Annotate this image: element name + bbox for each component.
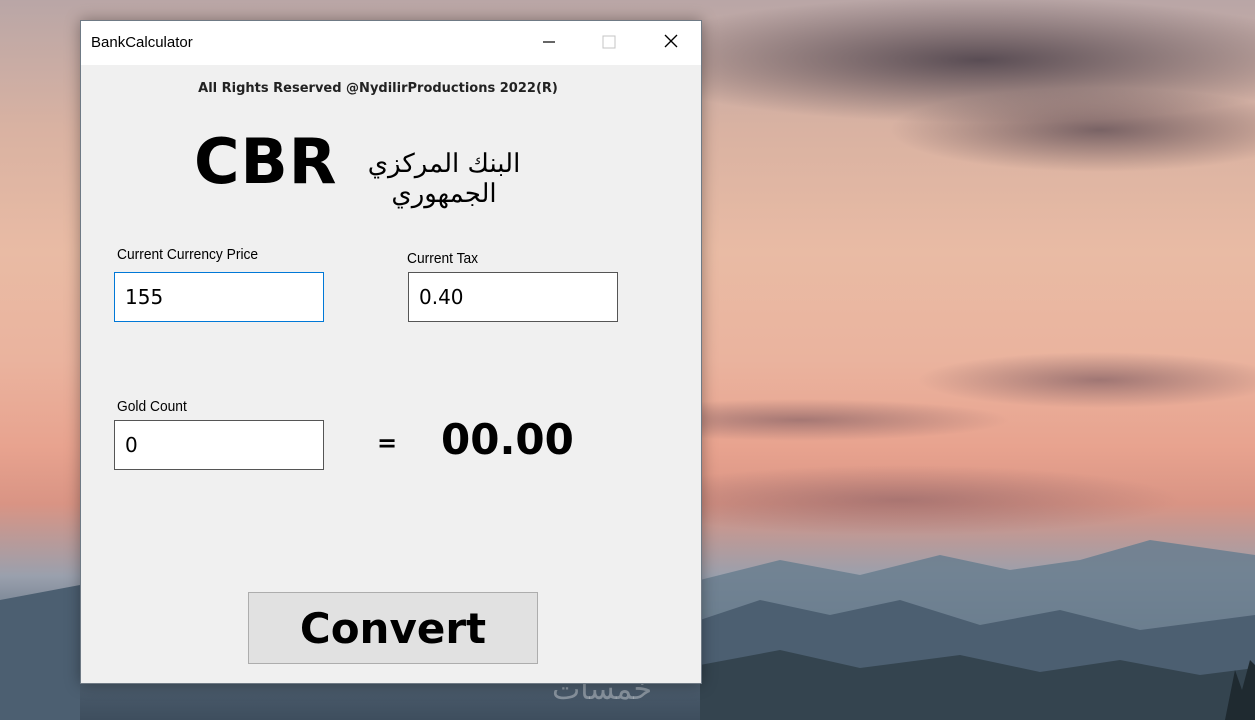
tax-input[interactable] bbox=[408, 272, 618, 322]
maximize-button[interactable] bbox=[579, 21, 639, 65]
gold-count-input[interactable] bbox=[114, 420, 324, 470]
minimize-button[interactable] bbox=[519, 21, 579, 65]
equals-sign: = bbox=[377, 429, 398, 457]
convert-button[interactable]: Convert bbox=[248, 592, 538, 664]
title-bar[interactable]: BankCalculator bbox=[81, 21, 701, 65]
close-button[interactable] bbox=[641, 21, 701, 65]
result-value: 00.00 bbox=[441, 415, 574, 464]
minimize-icon bbox=[542, 34, 556, 53]
bank-logo-text: CBR bbox=[194, 125, 338, 198]
close-icon bbox=[663, 33, 679, 53]
bank-calculator-window: BankCalculator All Rights Reserved @Nydi… bbox=[80, 20, 702, 684]
bank-logo-arabic: البنك المركزي الجمهوري bbox=[367, 149, 521, 209]
currency-price-label: Current Currency Price bbox=[117, 246, 259, 263]
maximize-icon bbox=[602, 34, 616, 53]
currency-price-input[interactable] bbox=[114, 272, 324, 322]
copyright-text: All Rights Reserved @NydilirProductions … bbox=[198, 81, 558, 96]
window-title: BankCalculator bbox=[91, 34, 193, 51]
gold-count-label: Gold Count bbox=[117, 398, 187, 415]
tax-label: Current Tax bbox=[407, 250, 479, 267]
